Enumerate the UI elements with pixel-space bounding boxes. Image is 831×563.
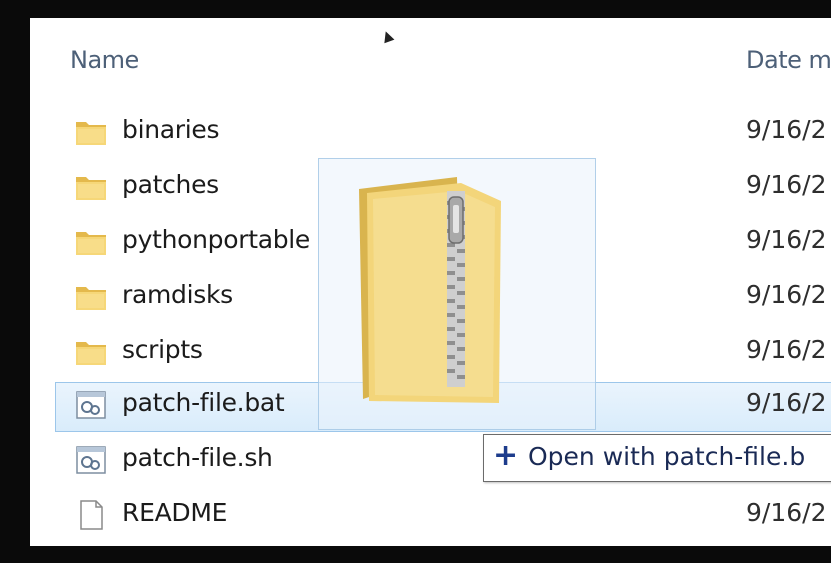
folder-icon (74, 336, 108, 368)
folder-icon (74, 171, 108, 203)
file-name: binaries (122, 115, 220, 144)
file-row-binaries[interactable]: binaries 9/16/2 (30, 110, 831, 158)
folder-icon (74, 226, 108, 258)
zip-folder-icon (349, 171, 509, 415)
file-name: patch-file.sh (122, 443, 273, 472)
file-name: ramdisks (122, 280, 233, 309)
file-row-readme[interactable]: README 9/16/2 (30, 493, 831, 541)
file-explorer-window: Name ▲ Date m binaries 9/16/2 patches 9/… (30, 18, 831, 546)
file-date: 9/16/2 (746, 388, 827, 417)
column-header-row: Name ▲ Date m (30, 18, 831, 110)
file-name: scripts (122, 335, 203, 364)
file-name: pythonportable (122, 225, 311, 254)
file-date: 9/16/2 (746, 498, 827, 527)
drag-preview (318, 158, 596, 430)
shell-script-icon (74, 444, 108, 476)
folder-icon (74, 116, 108, 148)
batch-script-icon (74, 389, 108, 421)
plus-icon: + (493, 438, 519, 473)
blank-file-icon (74, 499, 108, 531)
file-date: 9/16/2 (746, 280, 827, 309)
sort-arrow-icon: ▲ (379, 26, 396, 46)
drag-drop-tooltip: + Open with patch-file.b (483, 434, 831, 482)
file-date: 9/16/2 (746, 225, 827, 254)
file-name: README (122, 498, 228, 527)
file-date: 9/16/2 (746, 115, 827, 144)
date-column-header[interactable]: Date m (746, 46, 831, 74)
name-column-header[interactable]: Name (70, 46, 139, 74)
file-date: 9/16/2 (746, 335, 827, 364)
file-name: patch-file.bat (122, 388, 285, 417)
file-date: 9/16/2 (746, 170, 827, 199)
folder-icon (74, 281, 108, 313)
tooltip-text: Open with patch-file.b (528, 442, 806, 471)
file-name: patches (122, 170, 219, 199)
